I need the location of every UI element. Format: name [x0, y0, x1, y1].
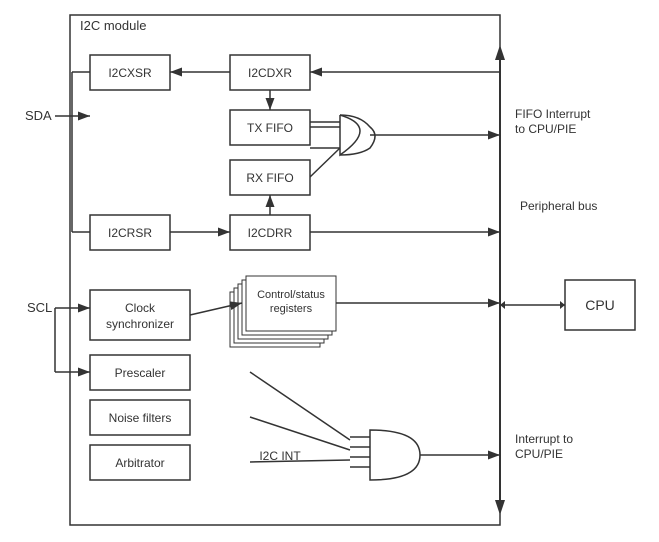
- svg-text:Control/status: Control/status: [257, 289, 325, 301]
- i2cxsr-label: I2CXSR: [108, 66, 152, 80]
- svg-text:to CPU/PIE: to CPU/PIE: [515, 122, 576, 136]
- interrupt-label: Interrupt to: [515, 432, 573, 446]
- tx-fifo-label: TX FIFO: [247, 121, 293, 135]
- noise-filters-label: Noise filters: [109, 411, 172, 425]
- peripheral-bus-label: Peripheral bus: [520, 199, 597, 213]
- i2cdrr-label: I2CDRR: [248, 226, 293, 240]
- cpu-label: CPU: [585, 297, 615, 313]
- i2cdxr-label: I2CDXR: [248, 66, 292, 80]
- diagram: I2C module I2CXSR I2CDXR TX FIFO RX FIFO…: [0, 0, 659, 542]
- clock-sync-label: synchronizer: [106, 317, 174, 331]
- arbitrator-label: Arbitrator: [115, 456, 164, 470]
- i2c-module-label: I2C module: [80, 18, 146, 33]
- i2crsr-label: I2CRSR: [108, 226, 152, 240]
- rx-fifo-label: RX FIFO: [246, 171, 293, 185]
- svg-text:CPU/PIE: CPU/PIE: [515, 447, 563, 461]
- svg-text:Clock: Clock: [125, 301, 156, 315]
- sda-label: SDA: [25, 108, 52, 123]
- fifo-interrupt-label: FIFO Interrupt: [515, 107, 591, 121]
- scl-label: SCL: [27, 300, 52, 315]
- prescaler-label: Prescaler: [115, 366, 166, 380]
- svg-text:registers: registers: [270, 303, 313, 315]
